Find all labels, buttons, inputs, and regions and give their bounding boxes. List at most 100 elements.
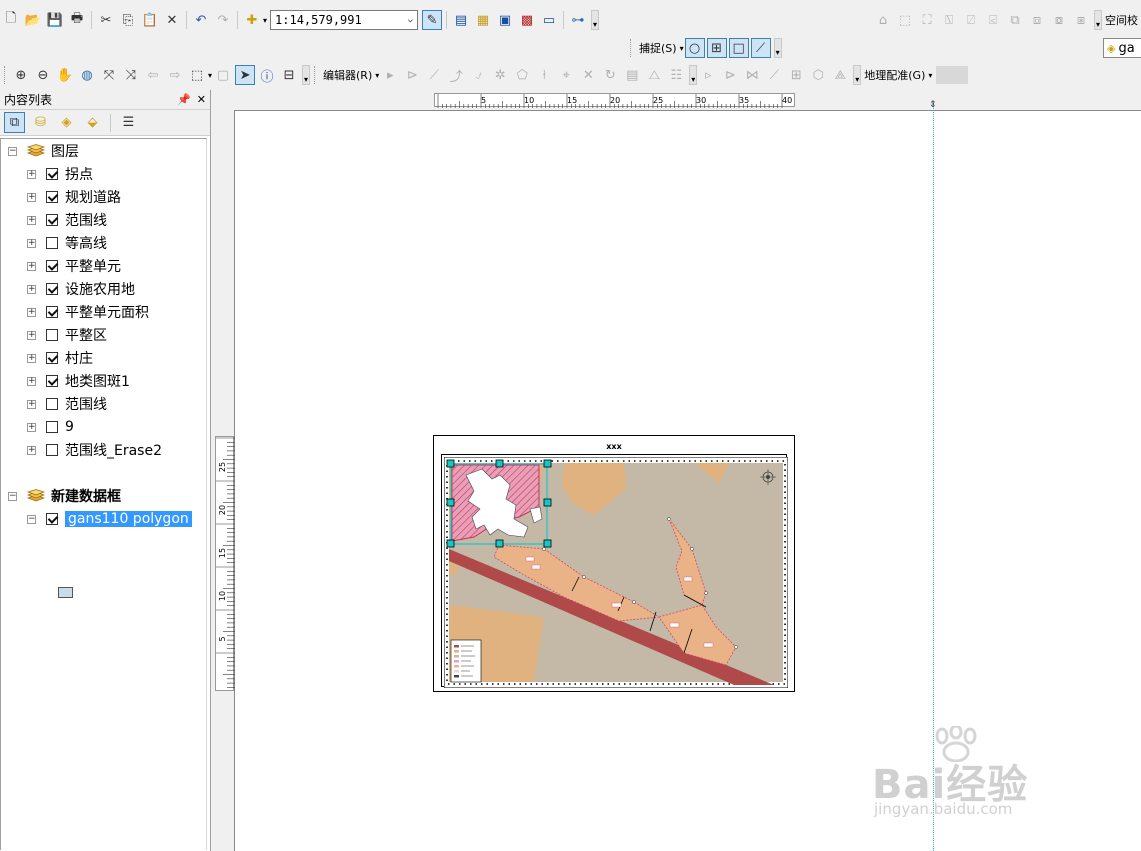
layer-item[interactable]: + 拐点: [27, 164, 93, 184]
list-by-drawing-order-icon[interactable]: ⧉: [4, 112, 25, 133]
python-window-icon[interactable]: ▭: [539, 10, 559, 30]
toolbar-overflow-icon[interactable]: ▾: [302, 65, 311, 85]
layer-checkbox[interactable]: [46, 329, 58, 341]
reshape-icon[interactable]: ⍿: [534, 65, 554, 85]
layer-item[interactable]: + 规划道路: [27, 187, 121, 207]
edit-annotation-icon[interactable]: ⊳: [402, 65, 422, 85]
fixed-zoom-in-icon[interactable]: ⤧: [99, 65, 119, 85]
split-icon[interactable]: ✕: [578, 65, 598, 85]
close-icon[interactable]: ✕: [197, 93, 206, 106]
add-data-icon[interactable]: ✚: [242, 10, 262, 30]
paste-icon[interactable]: 📋: [140, 10, 160, 30]
attributes-icon[interactable]: ▤: [622, 65, 642, 85]
layer-checkbox[interactable]: [46, 283, 58, 295]
toolbar-overflow-icon[interactable]: ▾: [853, 65, 862, 85]
expand-icon[interactable]: +: [27, 215, 36, 225]
collapse-icon[interactable]: −: [8, 146, 17, 156]
map-topology-icon[interactable]: ⛶: [917, 10, 937, 30]
layer-item[interactable]: +9: [27, 417, 74, 437]
zoom-in-icon[interactable]: ⊕: [11, 65, 31, 85]
edge-snapping-icon[interactable]: □: [728, 38, 749, 58]
target-layer-dropdown[interactable]: ◈ ga: [1103, 38, 1141, 58]
print-icon[interactable]: 🖶: [67, 10, 87, 30]
end-snapping-icon[interactable]: ⟋: [750, 38, 771, 58]
endpoint-arc-icon[interactable]: ⤴: [446, 65, 466, 85]
save-icon[interactable]: 💾: [45, 10, 65, 30]
layer-item[interactable]: + 范围线: [27, 210, 107, 230]
data-frame-layers[interactable]: − 图层: [8, 141, 79, 161]
pan-icon[interactable]: ✋: [55, 65, 75, 85]
polygon-symbol-swatch[interactable]: [58, 587, 73, 598]
expand-icon[interactable]: +: [27, 261, 36, 271]
open-folder-icon[interactable]: 📂: [23, 10, 43, 30]
layer-item[interactable]: + 等高线: [27, 233, 107, 253]
expand-icon[interactable]: +: [27, 376, 36, 386]
delete-icon[interactable]: ✕: [162, 10, 182, 30]
list-by-source-icon[interactable]: ⛁: [30, 112, 51, 133]
chevron-down-icon[interactable]: ▾: [928, 71, 932, 80]
layout-page[interactable]: xxx: [433, 435, 795, 692]
guide-marker-icon[interactable]: ⇕: [929, 100, 937, 110]
vertical-ruler[interactable]: 25 20 15 10 5: [215, 436, 235, 691]
layer-item-selected[interactable]: − gans110 polygon: [27, 509, 192, 529]
toolbar-overflow-icon[interactable]: ▾: [1094, 10, 1102, 30]
toolbar-overflow-icon[interactable]: ▾: [591, 10, 600, 30]
layer-checkbox[interactable]: [46, 375, 58, 387]
error-inspector-icon[interactable]: ⍃: [983, 10, 1003, 30]
layer-item[interactable]: + 平整单元面积: [27, 302, 149, 322]
copy-icon[interactable]: ⎘: [118, 10, 138, 30]
html-popup-icon[interactable]: ⊟: [279, 65, 299, 85]
main-map-frame[interactable]: [444, 457, 788, 688]
layer-item[interactable]: + 平整区: [27, 325, 107, 345]
toolbar-grip[interactable]: [314, 66, 317, 84]
georef-layer-dropdown[interactable]: [936, 66, 969, 84]
edit-tool-icon[interactable]: ▸: [380, 65, 400, 85]
georef-tool-icon[interactable]: ▹: [698, 65, 718, 85]
go-back-icon[interactable]: ⇦: [143, 65, 163, 85]
list-by-selection-icon[interactable]: ⬙: [82, 112, 103, 133]
arctoolbox-icon[interactable]: ▩: [517, 10, 537, 30]
layer-item[interactable]: + 村庄: [27, 348, 93, 368]
create-features-icon[interactable]: ☷: [666, 65, 686, 85]
layer-checkbox[interactable]: [46, 352, 58, 364]
map-scale-input[interactable]: 1:14,579,991 ⌵: [270, 10, 419, 30]
expand-icon[interactable]: +: [27, 353, 36, 363]
expand-icon[interactable]: +: [27, 307, 36, 317]
layer-item[interactable]: + 设施农用地: [27, 279, 135, 299]
layer-checkbox[interactable]: [46, 168, 58, 180]
layer-item[interactable]: + 地类图斑1: [27, 371, 130, 391]
horizontal-ruler[interactable]: 5 10 15 20 25 30 35 40: [434, 93, 795, 108]
layer-checkbox[interactable]: [46, 421, 58, 433]
pin-icon[interactable]: 📌: [177, 93, 191, 106]
show-shared-icon[interactable]: ⧇: [1049, 10, 1069, 30]
expand-icon[interactable]: +: [27, 399, 36, 409]
snapping-menu[interactable]: 捕捉(S): [636, 40, 680, 56]
topology-icon[interactable]: ⌂: [873, 10, 893, 30]
chevron-down-icon[interactable]: ▾: [680, 44, 684, 53]
toc-options-icon[interactable]: ☰: [118, 112, 139, 133]
layer-checkbox[interactable]: [46, 398, 58, 410]
expand-icon[interactable]: +: [27, 330, 36, 340]
select-elements-icon[interactable]: ➤: [235, 65, 256, 85]
trace-icon[interactable]: ⍻: [468, 65, 488, 85]
layer-checkbox[interactable]: [46, 260, 58, 272]
layer-item[interactable]: + 范围线: [27, 394, 107, 414]
editor-menu[interactable]: 编辑器(R): [320, 67, 375, 83]
expand-icon[interactable]: +: [27, 422, 36, 432]
full-extent-icon[interactable]: ◍: [77, 65, 97, 85]
georef-links-icon[interactable]: ⋈: [742, 65, 762, 85]
table-of-contents-icon[interactable]: ▤: [451, 10, 471, 30]
select-features-icon[interactable]: ⬚: [187, 65, 207, 85]
layer-checkbox[interactable]: [46, 306, 58, 318]
catalog-icon[interactable]: ▦: [473, 10, 493, 30]
georef-pointer-icon[interactable]: ⊳: [720, 65, 740, 85]
georeferencing-menu[interactable]: 地理配准(G): [861, 67, 928, 83]
toolbar-overflow-icon[interactable]: ▾: [773, 38, 782, 58]
vertex-icon[interactable]: ⬡: [808, 65, 828, 85]
measure-icon[interactable]: ⟋: [764, 65, 784, 85]
layer-checkbox[interactable]: [46, 237, 58, 249]
go-forward-icon[interactable]: ⇨: [165, 65, 185, 85]
redo-icon[interactable]: ↷: [213, 10, 233, 30]
model-builder-icon[interactable]: ⊶: [568, 10, 588, 30]
list-by-visibility-icon[interactable]: ◈: [56, 112, 77, 133]
